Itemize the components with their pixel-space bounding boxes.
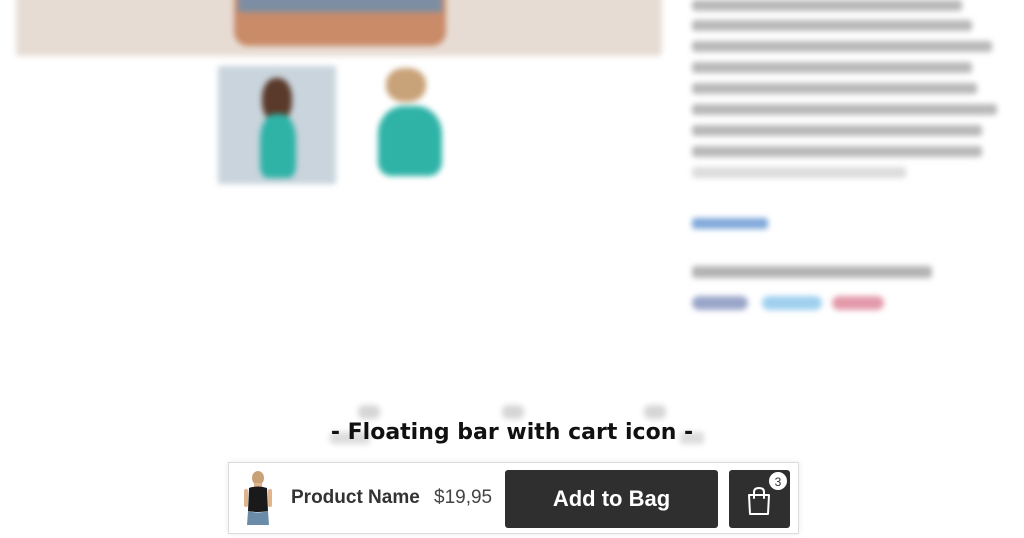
facebook-share-button[interactable] — [692, 296, 748, 310]
description-line — [692, 20, 972, 31]
description-line — [692, 167, 906, 178]
thumb1-figure — [260, 114, 296, 178]
share-text — [692, 266, 932, 278]
add-to-bag-button[interactable]: Add to Bag — [505, 470, 718, 528]
blurred-product-page — [0, 0, 1024, 538]
caption: - Floating bar with cart icon - — [330, 420, 694, 445]
carousel-dot[interactable] — [502, 405, 524, 419]
product-thumbnail-image — [244, 471, 272, 525]
description-line — [692, 62, 972, 73]
product-name: Product Name — [291, 487, 420, 508]
read-more-link[interactable] — [692, 218, 768, 229]
pinterest-share-button[interactable] — [832, 296, 884, 310]
description-line — [692, 41, 992, 52]
description-line — [692, 104, 997, 115]
cart-count-badge: 3 — [768, 471, 788, 491]
description-line — [692, 0, 962, 11]
product-thumbnail-1[interactable] — [218, 66, 336, 184]
twitter-share-button[interactable] — [762, 296, 822, 310]
product-thumbnail-2[interactable] — [358, 66, 476, 184]
description-line — [692, 83, 977, 94]
thumb2-hair — [386, 68, 426, 102]
floating-bar: Product Name $19,95 Add to Bag 3 — [228, 462, 799, 534]
product-main-image — [16, 0, 662, 56]
product-price: $19,95 — [434, 487, 493, 508]
cart-button[interactable]: 3 — [729, 470, 790, 528]
carousel-dot[interactable] — [644, 405, 666, 419]
description-line — [692, 125, 982, 136]
shopping-bag-icon — [748, 486, 770, 515]
thumb2-figure — [378, 106, 442, 176]
description-line — [692, 146, 982, 157]
carousel-dot[interactable] — [358, 405, 380, 419]
hero-shorts-shape — [238, 0, 442, 12]
